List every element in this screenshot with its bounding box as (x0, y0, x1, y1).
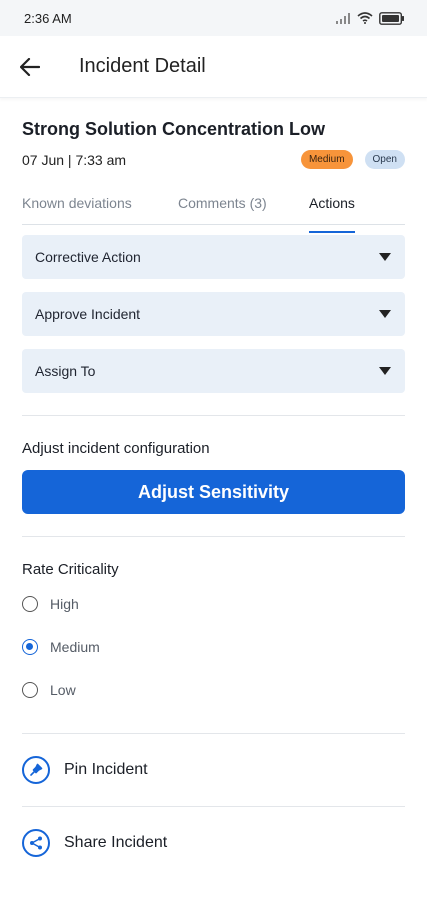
pin-incident-action[interactable]: Pin Incident (22, 734, 405, 806)
radio-option-medium[interactable]: Medium (22, 625, 405, 668)
radio-label: High (50, 595, 79, 612)
dropdown-list: Corrective Action Approve Incident Assig… (22, 235, 405, 415)
severity-badge: Medium (300, 150, 353, 169)
wifi-icon (357, 12, 373, 24)
dropdown-label: Assign To (35, 363, 96, 379)
status-bar: 2:36 AM (0, 0, 427, 36)
corrective-action-dropdown[interactable]: Corrective Action (22, 235, 405, 279)
status-time: 2:36 AM (24, 10, 72, 26)
caret-down-icon (379, 310, 391, 318)
incident-meta-row: 07 Jun | 7:33 am Medium Open (22, 150, 405, 169)
share-incident-label: Share Incident (64, 834, 168, 851)
radio-label: Medium (50, 638, 100, 655)
incident-date: 07 Jun | 7:33 am (22, 151, 127, 168)
tab-bar: Known deviations Comments (3) Actions (22, 195, 405, 233)
radio-option-low[interactable]: Low (22, 668, 405, 711)
signal-icon (336, 13, 350, 24)
pin-icon (22, 756, 50, 784)
radio-label: Low (50, 681, 76, 698)
configuration-title: Adjust incident configuration (22, 440, 210, 457)
badges: Medium Open (300, 150, 405, 169)
assign-to-dropdown[interactable]: Assign To (22, 349, 405, 393)
radio-button-selected[interactable] (22, 638, 38, 655)
status-badge: Open (364, 150, 405, 169)
arrow-left-icon (20, 57, 40, 76)
tab-known-deviations[interactable]: Known deviations (22, 195, 178, 224)
criticality-radio-group: High Medium Low (22, 582, 405, 711)
tab-comments[interactable]: Comments (3) (178, 195, 309, 224)
radio-button[interactable] (22, 681, 38, 698)
app-bar: Incident Detail (0, 36, 427, 98)
pin-incident-label: Pin Incident (64, 761, 148, 778)
radio-button[interactable] (22, 595, 38, 612)
status-icons (335, 11, 405, 25)
adjust-sensitivity-button[interactable]: Adjust Sensitivity (22, 470, 405, 514)
incident-content: Strong Solution Concentration Low 07 Jun… (0, 119, 427, 879)
divider (22, 415, 405, 416)
share-icon (22, 829, 50, 857)
dropdown-label: Corrective Action (35, 249, 141, 265)
back-button[interactable] (18, 55, 42, 79)
approve-incident-dropdown[interactable]: Approve Incident (22, 292, 405, 336)
tab-actions[interactable]: Actions (309, 195, 355, 233)
radio-option-high[interactable]: High (22, 582, 405, 625)
caret-down-icon (379, 367, 391, 375)
divider (22, 536, 405, 537)
caret-down-icon (379, 253, 391, 261)
incident-title: Strong Solution Concentration Low (22, 119, 325, 139)
battery-icon (379, 11, 404, 25)
dropdown-label: Approve Incident (35, 306, 141, 322)
page-title: Incident Detail (79, 55, 206, 77)
criticality-title: Rate Criticality (22, 561, 119, 578)
share-incident-action[interactable]: Share Incident (22, 807, 405, 879)
